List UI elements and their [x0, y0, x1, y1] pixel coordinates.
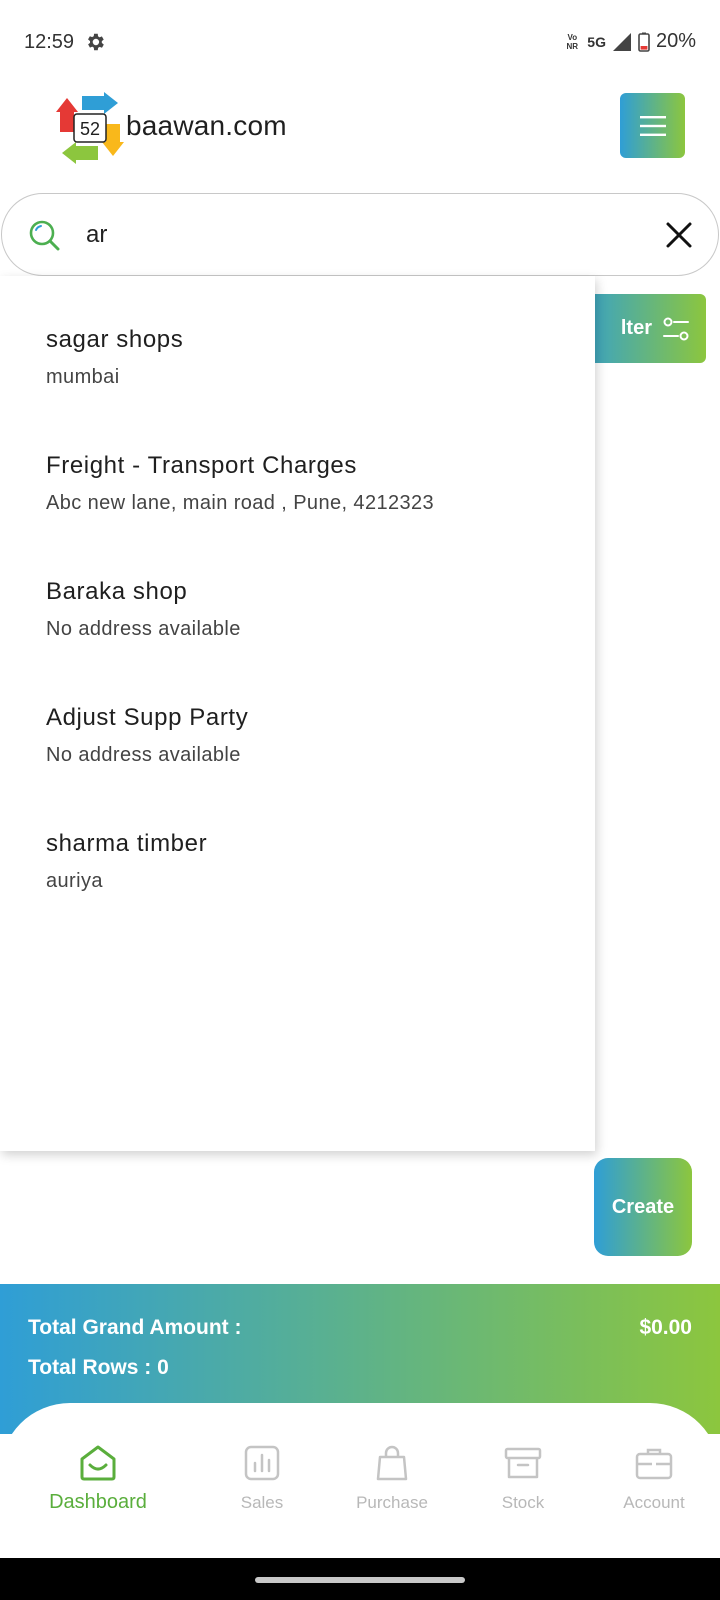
status-bar: 12:59 Vo NR 5G 20%	[0, 0, 720, 86]
nav-sales[interactable]: Sales	[197, 1443, 327, 1513]
nav-label: Dashboard	[49, 1491, 147, 1513]
search-results-dropdown: sagar shops mumbai Freight - Transport C…	[0, 276, 595, 1151]
result-address: auriya	[46, 870, 103, 892]
result-address: Abc new lane, main road , Pune, 4212323	[46, 492, 435, 514]
signal-icon	[612, 32, 631, 51]
settings-gear-icon	[88, 33, 104, 51]
result-address: No address available	[46, 618, 241, 640]
logo-mark-icon: 52	[56, 92, 124, 164]
svg-text:52: 52	[80, 119, 100, 139]
search-input[interactable]	[86, 214, 646, 256]
battery-percent: 20%	[655, 30, 696, 52]
home-gesture-pill[interactable]	[255, 1577, 465, 1583]
filter-button-label: lter	[620, 317, 652, 339]
create-button[interactable]: Create	[594, 1158, 692, 1256]
result-item[interactable]: Freight - Transport Charges Abc new lane…	[46, 452, 434, 515]
nav-label: Account	[623, 1493, 685, 1512]
status-indicators: Vo NR 5G 20%	[563, 30, 697, 53]
result-name: Freight - Transport Charges	[46, 452, 357, 479]
network-type: 5G	[587, 33, 606, 50]
result-item[interactable]: Baraka shop No address available	[46, 578, 241, 641]
nav-label: Sales	[240, 1493, 284, 1512]
nav-stock[interactable]: Stock	[458, 1443, 588, 1513]
logo-text: baawan.com	[126, 110, 287, 141]
volte-indicator: Vo NR	[566, 32, 579, 51]
close-icon[interactable]	[664, 220, 694, 250]
status-time: 12:59	[24, 31, 75, 53]
dashboard-icon	[80, 1445, 116, 1481]
nav-dashboard[interactable]: Dashboard	[33, 1443, 163, 1514]
bottom-navigation: Dashboard Sales Purchase Stock Account	[0, 1403, 720, 1558]
result-name: Baraka shop	[46, 578, 188, 605]
result-item[interactable]: sagar shops mumbai	[46, 326, 183, 389]
search-bar[interactable]	[1, 193, 719, 276]
shopping-bag-icon	[376, 1445, 408, 1481]
total-grand-amount-label: Total Grand Amount :	[28, 1316, 242, 1339]
result-item[interactable]: sharma timber auriya	[46, 830, 207, 893]
archive-box-icon	[504, 1447, 542, 1479]
hamburger-menu-icon	[639, 115, 666, 136]
result-item[interactable]: Adjust Supp Party No address available	[46, 704, 248, 767]
sliders-icon	[663, 317, 689, 340]
briefcase-icon	[635, 1448, 673, 1480]
result-name: sagar shops	[46, 326, 184, 353]
menu-button[interactable]	[620, 93, 685, 158]
search-icon	[29, 220, 60, 251]
total-grand-amount-value: $0.00	[639, 1316, 692, 1339]
app-logo[interactable]: 52 baawan.com	[56, 90, 287, 164]
result-name: sharma timber	[46, 830, 208, 857]
nav-purchase[interactable]: Purchase	[327, 1443, 457, 1513]
result-address: No address available	[46, 744, 241, 766]
total-rows-label: Total Rows : 0	[28, 1356, 169, 1379]
nav-account[interactable]: Account	[589, 1443, 719, 1513]
battery-icon	[638, 32, 650, 52]
result-address: mumbai	[46, 366, 120, 388]
system-navigation-bar	[0, 1558, 720, 1600]
result-name: Adjust Supp Party	[46, 704, 249, 731]
sales-chart-icon	[244, 1445, 280, 1481]
nav-label: Purchase	[356, 1493, 428, 1512]
nav-label: Stock	[501, 1493, 545, 1512]
